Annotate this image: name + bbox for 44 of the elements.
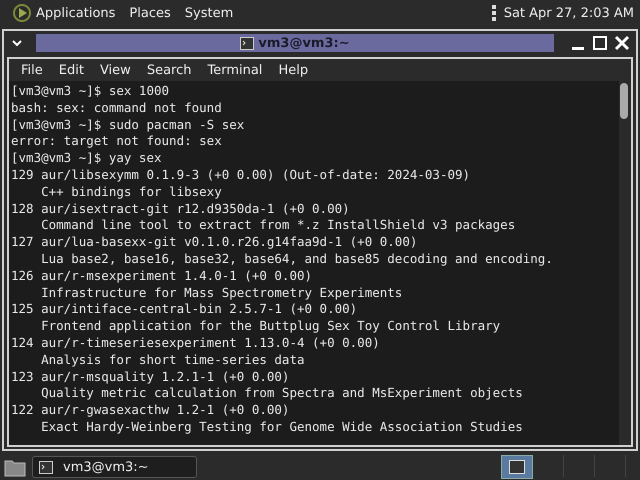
scrollbar[interactable] xyxy=(619,81,631,445)
clock[interactable]: Sat Apr 27, 2:03 AM xyxy=(504,6,634,20)
terminal-icon xyxy=(240,36,254,50)
terminal-line: 127 aur/lua-basexx-git v0.1.0.r26.g14faa9d-1 (+0 0.00) xyxy=(11,234,418,251)
terminal-line: 123 aur/r-msquality 1.2.1-1 (+0 0.00) xyxy=(11,368,290,386)
terminal-line: [vm3@vm3 ~]$ yay sex xyxy=(11,150,162,167)
terminal-line: Quality metric calculation from Spectra and MsExperiment objects xyxy=(40,385,523,402)
terminal-line: error: target not found: sex xyxy=(11,133,222,150)
terminal-output[interactable] xyxy=(9,81,631,445)
maximize-icon[interactable] xyxy=(592,35,608,51)
terminal-line: 122 aur/r-gwasexacthw 1.2-1 (+0 0.00) xyxy=(11,402,290,419)
terminal-line: 124 aur/r-timeseriesexperiment 1.13.0-4 (+0 0.00) xyxy=(11,334,380,352)
terminal-line: 129 aur/libsexymm 0.1.9-3 (+0 0.00) (Out-of-date: 2024-03-09) xyxy=(11,166,470,184)
window-title: vm3@vm3:~ xyxy=(258,36,350,50)
taskbar-button[interactable]: vm3@vm3:~ xyxy=(32,456,197,478)
workspace-switcher[interactable] xyxy=(501,455,533,479)
menu-item[interactable]: Help xyxy=(270,62,316,78)
menu-item[interactable]: File xyxy=(13,62,51,78)
panel-menu[interactable]: Places xyxy=(129,6,171,20)
menu-item[interactable]: Edit xyxy=(50,62,92,78)
scrollbar-thumb[interactable] xyxy=(620,83,628,119)
terminal-line: Command line tool to extract from *.z InstallShield v3 packages xyxy=(40,217,516,234)
handle-icon[interactable] xyxy=(492,4,496,22)
terminal-icon xyxy=(39,460,53,474)
logo-icon[interactable] xyxy=(12,3,32,23)
terminal-line: 126 aur/r-msexperiment 1.4.0-1 (+0 0.00) xyxy=(11,268,312,285)
terminal-line: Exact Hardy-Weinberg Testing for Genome Wide Association Studies xyxy=(40,418,523,436)
terminal-line: [vm3@vm3 ~]$ sex 1000 xyxy=(11,83,170,100)
terminal-line: Infrastructure for Mass Spectrometry Experiments xyxy=(40,284,402,302)
terminal-line: Lua base2, base16, base32, base64, and base85 decoding and encoding. xyxy=(40,250,553,268)
terminal-line: Frontend application for the Buttplug Sex Toy Control Library xyxy=(40,318,500,335)
menu-item[interactable]: Search xyxy=(138,62,200,78)
terminal-line: C++ bindings for libsexy xyxy=(40,184,222,201)
menu-item[interactable]: View xyxy=(92,62,139,78)
menu-item[interactable]: Terminal xyxy=(199,62,270,78)
close-icon[interactable] xyxy=(614,35,630,51)
terminal-line: [vm3@vm3 ~]$ sudo pacman -S sex xyxy=(11,116,244,134)
terminal-line: 128 aur/isextract-git r12.d9350da-1 (+0 0.00) xyxy=(11,200,350,218)
panel-menu[interactable]: System xyxy=(184,6,234,20)
terminal-line: bash: sex: command not found xyxy=(11,100,222,117)
window-thumbnail-icon xyxy=(509,460,525,474)
terminal-line: 125 aur/intiface-central-bin 2.5.7-1 (+0 0.00) xyxy=(11,301,358,318)
terminal-line: Analysis for short time-series data xyxy=(40,352,304,369)
panel-menu[interactable]: Applications xyxy=(36,6,116,20)
